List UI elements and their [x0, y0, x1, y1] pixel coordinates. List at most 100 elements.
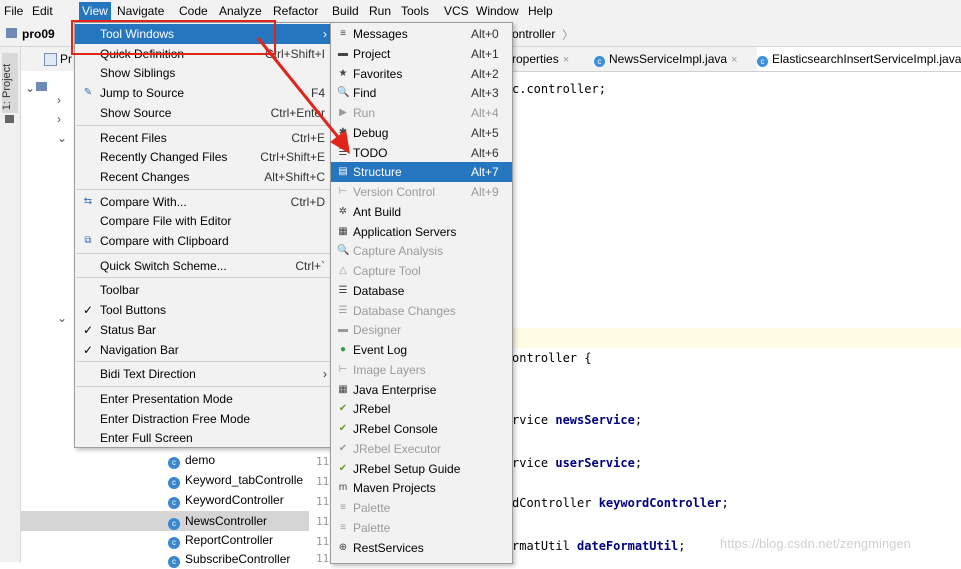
view-menu-item-toolbar[interactable]: Toolbar: [75, 280, 331, 300]
tool-window-item-capture-analysis[interactable]: 🔍 Capture Analysis: [331, 241, 512, 261]
view-menu-item-enter-full-screen[interactable]: Enter Full Screen: [75, 428, 331, 448]
designer-icon: ▬: [338, 324, 348, 336]
tool-window-item-event-log[interactable]: ● Event Log: [331, 340, 512, 360]
checkmark-icon: ✓: [83, 303, 94, 318]
tree-item-demo[interactable]: c demo: [168, 450, 215, 470]
menu-window[interactable]: Window: [476, 4, 519, 18]
tree-item-keyword-tab-controller[interactable]: c Keyword_tabControlle: [168, 470, 303, 490]
view-menu-item-navigation-bar[interactable]: ✓ Navigation Bar: [75, 340, 331, 360]
tool-window-item-jrebel-setup-guide[interactable]: ✔ JRebel Setup Guide: [331, 459, 512, 479]
tool-window-item-jrebel-console[interactable]: ✔ JRebel Console: [331, 419, 512, 439]
chevron-right-icon[interactable]: ›: [57, 112, 61, 126]
close-icon[interactable]: ×: [563, 54, 569, 66]
tool-window-item-designer[interactable]: ▬ Designer: [331, 320, 512, 340]
tab-elasticsearchinsertserviceimpl[interactable]: c ElasticsearchInsertServiceImpl.java: [757, 47, 961, 71]
clipboard-compare-icon: ⧉: [84, 235, 92, 246]
menu-item-label: Palette: [353, 520, 391, 535]
menu-vcs[interactable]: VCS: [444, 4, 469, 18]
menu-item-label: Maven Projects: [353, 481, 436, 496]
menu-separator: [76, 361, 330, 363]
view-menu-item-tool-buttons[interactable]: ✓ Tool Buttons: [75, 300, 331, 320]
menu-tools[interactable]: Tools: [401, 4, 429, 18]
menu-item-label: JRebel Setup Guide: [353, 461, 461, 476]
project-tool-label: 1: Project: [1, 63, 14, 111]
tool-window-item-maven-projects[interactable]: m Maven Projects: [331, 478, 512, 498]
code-line: rvice newsService;: [512, 413, 643, 427]
tool-window-item-image-layers[interactable]: ⊢ Image Layers: [331, 360, 512, 380]
view-menu-item-enter-distraction-free-mode[interactable]: Enter Distraction Free Mode: [75, 409, 331, 429]
menu-item-label: Favorites: [353, 66, 403, 81]
tree-item-keyword-controller[interactable]: c KeywordController: [168, 490, 284, 510]
breadcrumb-project[interactable]: pro09: [22, 27, 55, 41]
line-number: 11: [316, 515, 330, 528]
view-menu-item-recent-changes[interactable]: Recent Changes Alt+Shift+C: [75, 167, 331, 187]
menu-item-shortcut: Alt+6: [471, 145, 499, 160]
tree-item-news-controller[interactable]: c NewsController: [168, 511, 267, 531]
tool-window-item-version-control[interactable]: ⊢ Version Control Alt+9: [331, 182, 512, 202]
code-line: ontroller {: [512, 351, 592, 365]
view-menu-item-bidi-text-direction[interactable]: Bidi Text Direction ›: [75, 364, 331, 384]
chevron-down-icon[interactable]: ⌄: [57, 311, 67, 325]
menu-file[interactable]: File: [4, 4, 23, 18]
menu-refactor[interactable]: Refactor: [273, 4, 318, 18]
project-view-icon: [44, 53, 57, 66]
tool-window-item-palette[interactable]: ≡ Palette: [331, 498, 512, 518]
menu-analyze[interactable]: Analyze: [219, 4, 262, 18]
tool-window-item-database-changes[interactable]: ☰ Database Changes: [331, 301, 512, 321]
chevron-down-icon[interactable]: ⌄: [57, 131, 67, 145]
palette-icon: ≡: [340, 502, 346, 513]
tool-window-item-application-servers[interactable]: ▦ Application Servers: [331, 222, 512, 242]
menu-view[interactable]: View: [79, 2, 111, 20]
tool-window-item-restservices[interactable]: ⊕ RestServices: [331, 538, 512, 558]
view-menu-item-status-bar[interactable]: ✓ Status Bar: [75, 320, 331, 340]
tree-item-subscribe-controller[interactable]: c SubscribeController: [168, 549, 290, 569]
class-icon: c: [168, 457, 180, 469]
tool-window-item-palette[interactable]: ≡ Palette: [331, 518, 512, 538]
tool-window-item-capture-tool[interactable]: △ Capture Tool: [331, 261, 512, 281]
tool-window-item-structure[interactable]: ▤ Structure Alt+7: [331, 162, 512, 183]
chevron-right-icon[interactable]: ›: [57, 93, 61, 107]
view-menu-item-compare-file-with-editor[interactable]: Compare File with Editor: [75, 211, 331, 231]
menu-item-label: Compare with Clipboard: [100, 234, 229, 248]
menu-item-label: Compare With...: [100, 194, 187, 209]
menu-navigate[interactable]: Navigate: [117, 4, 164, 18]
palette-icon: ≡: [340, 521, 346, 533]
jrebel-executor-icon: ✔: [338, 442, 348, 454]
chevron-down-icon[interactable]: ⌄: [25, 81, 35, 95]
menu-item-label: Ant Build: [353, 204, 402, 219]
tab-newsserviceimpl[interactable]: c NewsServiceImpl.java ×: [594, 47, 737, 71]
view-menu-item-compare-with-clipboard[interactable]: ⧉ Compare with Clipboard: [75, 231, 331, 251]
menu-item-label: Toolbar: [100, 283, 140, 298]
capture-analysis-icon: 🔍: [337, 245, 350, 257]
menu-edit[interactable]: Edit: [32, 4, 53, 18]
tool-window-item-jrebel[interactable]: ✔ JRebel: [331, 399, 512, 419]
tool-window-item-jrebel-executor[interactable]: ✔ JRebel Executor: [331, 439, 512, 459]
menu-item-label: Palette: [353, 501, 391, 515]
menu-code[interactable]: Code: [179, 4, 208, 18]
menu-item-label: Recent Files: [100, 130, 167, 145]
menu-help[interactable]: Help: [528, 4, 553, 18]
menu-item-shortcut: Alt+1: [471, 46, 499, 61]
menu-build[interactable]: Build: [332, 4, 359, 18]
line-number: 11: [316, 475, 330, 488]
annotation-arrow: [256, 37, 350, 154]
tool-window-item-database[interactable]: ☰ Database: [331, 281, 512, 301]
class-icon: c: [594, 56, 605, 67]
version-control-icon: ⊢: [338, 186, 348, 197]
view-menu-item-compare-with[interactable]: ⇆ Compare With... Ctrl+D: [75, 192, 331, 212]
close-icon[interactable]: ×: [731, 54, 737, 66]
view-menu-item-quick-switch-scheme[interactable]: Quick Switch Scheme... Ctrl+`: [75, 256, 331, 276]
menu-item-label: Event Log: [353, 343, 408, 357]
menu-run[interactable]: Run: [369, 4, 391, 18]
tool-window-item-java-enterprise[interactable]: ▦ Java Enterprise: [331, 380, 512, 400]
view-menu-item-enter-presentation-mode[interactable]: Enter Presentation Mode: [75, 389, 331, 409]
breadcrumb-controller[interactable]: ontroller: [512, 27, 555, 41]
project-tool-button[interactable]: 1: Project: [1, 53, 18, 113]
code-line: rmatUtil dateFormatUtil;: [512, 539, 686, 553]
class-icon: c: [168, 518, 180, 530]
tab-properties[interactable]: roperties ×: [512, 47, 569, 71]
tool-window-item-ant-build[interactable]: ✲ Ant Build: [331, 202, 512, 222]
menu-item-shortcut: Alt+0: [471, 27, 499, 41]
tree-item-report-controller[interactable]: c ReportController: [168, 530, 273, 550]
menu-item-label: Structure: [353, 165, 402, 180]
